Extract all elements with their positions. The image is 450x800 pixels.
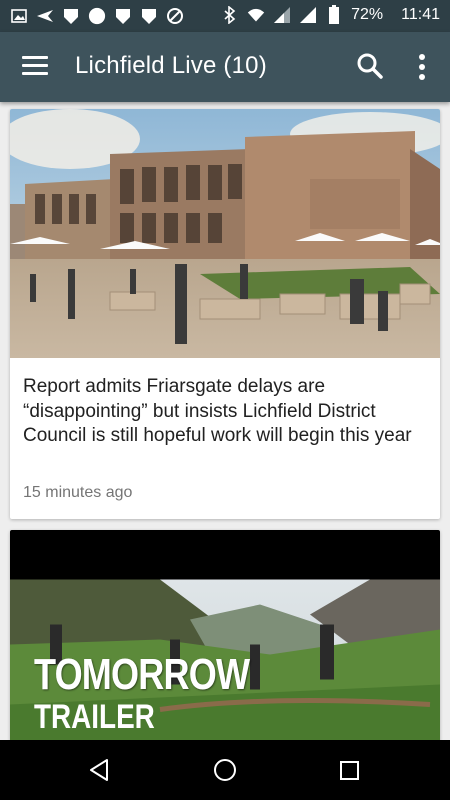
shield-icon [114, 7, 132, 25]
navigation-bar [0, 740, 450, 800]
system-indicators: 72% 11:41 [221, 5, 440, 24]
cell-signal-icon [299, 6, 317, 24]
shield-icon [140, 7, 158, 25]
search-icon [357, 53, 383, 79]
app-title: Lichfield Live (10) [75, 52, 267, 79]
news-card[interactable]: Report admits Friarsgate delays are “dis… [10, 109, 440, 519]
menu-button[interactable] [18, 52, 52, 82]
article-timestamp: 15 minutes ago [23, 484, 133, 501]
bluetooth-icon [221, 6, 239, 24]
home-button[interactable] [210, 755, 240, 785]
notification-icons [10, 7, 184, 25]
battery-icon [325, 5, 343, 24]
shield-icon [62, 7, 80, 25]
back-button[interactable] [85, 755, 115, 785]
back-icon [90, 759, 108, 781]
app-bar: Lichfield Live (10) [0, 32, 450, 102]
news-card[interactable]: TOMORROW TRAILER [10, 530, 440, 750]
video-overlay-subtitle: TRAILER [34, 698, 155, 736]
blocked-icon [166, 7, 184, 25]
more-vert-icon [419, 54, 425, 80]
cell-signal-icon [273, 6, 291, 24]
image-icon [10, 7, 28, 25]
article-image[interactable] [10, 109, 440, 358]
send-icon [36, 7, 54, 25]
search-button[interactable] [356, 52, 384, 80]
wifi-icon [247, 6, 265, 24]
video-overlay-title: TOMORROW [34, 650, 250, 699]
more-options-button[interactable] [410, 52, 434, 82]
home-icon [214, 759, 236, 781]
clock: 11:41 [401, 6, 440, 23]
circle-icon [88, 7, 106, 25]
recents-icon [340, 761, 359, 780]
recents-button[interactable] [334, 755, 364, 785]
status-bar: 72% 11:41 [0, 0, 450, 32]
menu-icon [22, 56, 48, 59]
battery-percent: 72% [351, 6, 384, 23]
article-headline[interactable]: Report admits Friarsgate delays are “dis… [23, 375, 423, 449]
